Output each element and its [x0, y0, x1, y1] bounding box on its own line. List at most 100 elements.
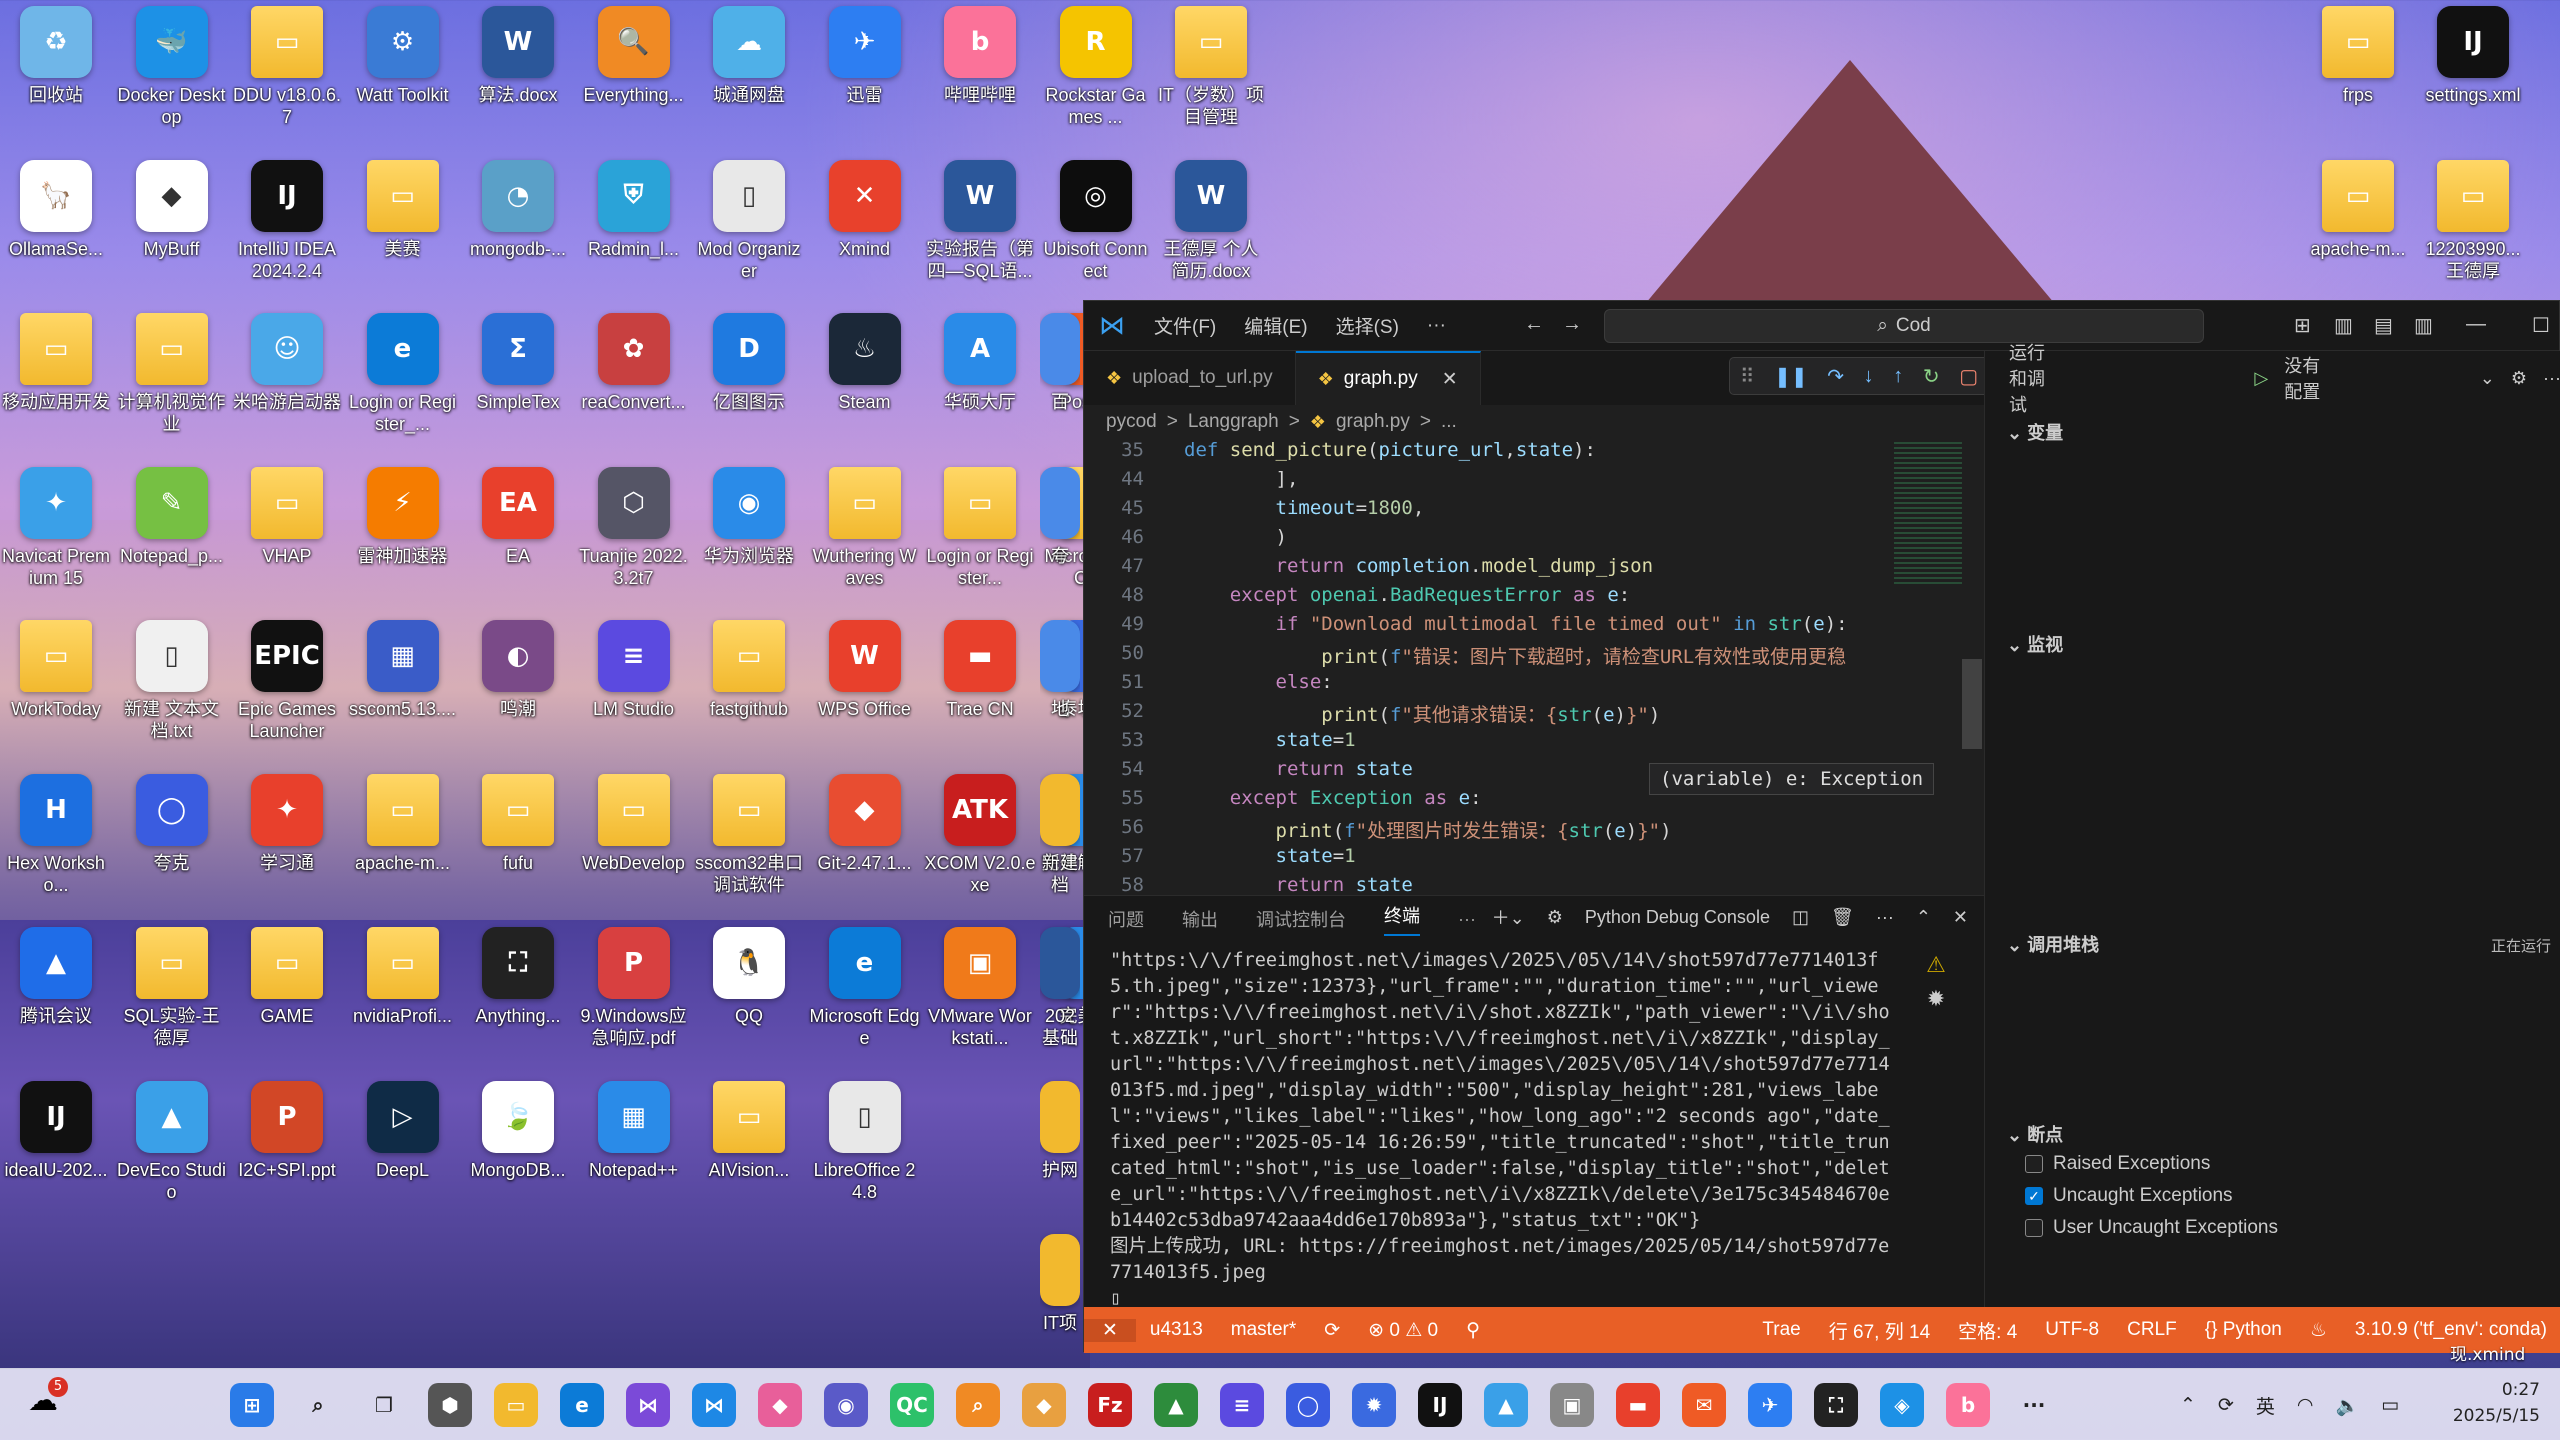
debug-status-icon[interactable]: ⚲ — [1452, 1319, 1494, 1342]
desktop-icon[interactable]: ⬡ Tuanjie 2022.3.2t7 — [576, 461, 692, 611]
sync-tray-icon[interactable]: ⟳ — [2218, 1394, 2234, 1416]
desktop-icon[interactable]: ▭ 美赛 — [345, 154, 461, 304]
restart-icon[interactable]: ↻ — [1923, 364, 1940, 389]
close-panel-icon[interactable]: ✕ — [1953, 907, 1968, 928]
sync-icon[interactable]: ⟳ — [1310, 1319, 1354, 1342]
desktop-icon[interactable]: ⛶ Anything... — [460, 921, 576, 1071]
pause-icon[interactable]: ❚❚ — [1774, 364, 1808, 389]
app-icon[interactable]: ✹ — [1352, 1383, 1396, 1427]
desktop-icon[interactable]: b 哔哩哔哩 — [922, 0, 1038, 150]
desktop-icon[interactable]: ▭ apache-m... — [2300, 154, 2416, 304]
desktop-icon[interactable]: ◯ 夸克 — [114, 768, 230, 918]
desktop-icon[interactable]: D 亿图图示 — [691, 307, 807, 457]
minimap[interactable] — [1894, 439, 1962, 587]
status-cursor[interactable]: 行 67, 列 14 — [1815, 1317, 1944, 1344]
menu-selection[interactable]: 选择(S) — [1322, 312, 1413, 339]
breadcrumb-symbol[interactable]: ... — [1441, 411, 1457, 433]
step-out-icon[interactable]: ↑ — [1893, 365, 1903, 388]
more-icon[interactable]: ··· — [1876, 907, 1894, 928]
mongodb-icon[interactable]: ▲ — [1154, 1383, 1198, 1427]
lm-studio-icon[interactable]: ≡ — [1220, 1383, 1264, 1427]
desktop-icon[interactable]: ▭ SQL实验-王德厚 — [114, 921, 230, 1071]
status-user[interactable]: u4313 — [1136, 1319, 1217, 1341]
breadcrumb-file[interactable]: graph.py — [1336, 411, 1410, 433]
desktop-icon[interactable]: ♨ Steam — [807, 307, 923, 457]
desktop-icon[interactable]: ☁ 城通网盘 — [691, 0, 807, 150]
command-center-search[interactable]: ⌕ Cod — [1604, 309, 2204, 343]
edge-icon[interactable]: e — [560, 1383, 604, 1427]
desktop-icon[interactable]: 🐳 Docker Desktop — [114, 0, 230, 150]
devеco-icon[interactable]: ▲ — [1484, 1383, 1528, 1427]
desktop-icon[interactable]: ✿ reaConvert... — [576, 307, 692, 457]
desktop-icon[interactable]: 🐧 QQ — [691, 921, 807, 1071]
desktop-icon[interactable]: R Rockstar Games ... — [1038, 0, 1154, 150]
start-debug-icon[interactable]: ▷ — [2254, 368, 2268, 389]
desktop-icon[interactable]: ▭ apache-m... — [345, 768, 461, 918]
breakpoint-raised[interactable]: Raised Exceptions — [2025, 1153, 2210, 1175]
desktop-icon[interactable]: ≡ LM Studio — [576, 614, 692, 764]
desktop-icon[interactable]: ▭ IT（岁数）项目管理 — [1153, 0, 1269, 150]
desktop-icon[interactable]: ◐ 鸣潮 — [460, 614, 576, 764]
desktop-icon[interactable]: ✦ Navicat Premium 15 — [0, 461, 114, 611]
remote-indicator[interactable]: ✕ — [1084, 1318, 1136, 1342]
terminal-name[interactable]: Python Debug Console — [1585, 907, 1770, 928]
desktop-icon[interactable]: ⛨ Radmin_l... — [576, 154, 692, 304]
nav-back-icon[interactable]: ← — [1524, 313, 1544, 336]
panel-more[interactable]: ··· — [1458, 909, 1476, 930]
breakpoint-user-uncaught[interactable]: User Uncaught Exceptions — [2025, 1217, 2278, 1239]
app-icon[interactable]: ◆ — [1022, 1383, 1066, 1427]
clock[interactable]: 0:27 2025/5/15 — [2453, 1377, 2540, 1429]
intellij-icon[interactable]: IJ — [1418, 1383, 1462, 1427]
section-watch[interactable]: ⌄ 监视 — [2007, 631, 2063, 657]
desktop-icon[interactable]: H Hex Worksho... — [0, 768, 114, 918]
desktop-icon[interactable]: ▭ VHAP — [229, 461, 345, 611]
postman-icon[interactable]: ✉ — [1682, 1383, 1726, 1427]
desktop-icon-partial[interactable]: 百 — [1040, 307, 1080, 457]
copilot-icon[interactable]: ♨ — [2296, 1319, 2341, 1342]
trae-icon[interactable]: ▬ — [1616, 1383, 1660, 1427]
anything-icon[interactable]: ⛶ — [1814, 1383, 1858, 1427]
desktop-icon[interactable]: ✦ 学习通 — [229, 768, 345, 918]
desktop-icon[interactable]: W 王德厚 个人简历.docx — [1153, 154, 1269, 304]
desktop-icon-partial[interactable]: 护网 — [1040, 1075, 1080, 1225]
section-callstack[interactable]: ⌄ 调用堆栈 — [2007, 931, 2099, 957]
terminal-output[interactable]: "https:\/\/freeimghost.net\/images\/2025… — [1110, 948, 1900, 1312]
desktop-icon[interactable]: ✈ 迅雷 — [807, 0, 923, 150]
chevron-up-icon[interactable]: ⌃ — [2180, 1394, 2196, 1416]
visual-studio-icon[interactable]: ⋈ — [626, 1383, 670, 1427]
desktop-icon[interactable]: ◆ Git-2.47.1... — [807, 768, 923, 918]
desktop-icon[interactable]: ▭ AIVision... — [691, 1075, 807, 1225]
wifi-icon[interactable]: ◠ — [2297, 1394, 2314, 1416]
desktop-icon[interactable]: ▭ 12203990...王德厚 — [2415, 154, 2531, 304]
status-interpreter[interactable]: 3.10.9 ('tf_env': conda) — [2341, 1319, 2560, 1341]
desktop-icon[interactable]: ▦ Notepad++ — [576, 1075, 692, 1225]
nav-forward-icon[interactable]: → — [1562, 313, 1582, 336]
desktop-icon[interactable]: ⚙ Watt Toolkit — [345, 0, 461, 150]
desktop-icon[interactable]: ✕ Xmind — [807, 154, 923, 304]
desktop-icon[interactable]: ▲ 腾讯会议 — [0, 921, 114, 1071]
battery-icon[interactable]: ▭ — [2381, 1394, 2399, 1416]
step-over-icon[interactable]: ↷ — [1827, 364, 1844, 389]
desktop-icon[interactable]: ▯ LibreOffice 24.8 — [807, 1075, 923, 1225]
input-language[interactable]: 英 — [2256, 1392, 2275, 1419]
tab-upload-to-url[interactable]: ❖ upload_to_url.py — [1084, 351, 1296, 405]
status-indent[interactable]: 空格: 4 — [1944, 1317, 2031, 1344]
desktop-icon[interactable]: W WPS Office — [807, 614, 923, 764]
desktop-icon[interactable]: IJ ideaIU-202... — [0, 1075, 114, 1225]
app-icon[interactable]: ✈ — [1748, 1383, 1792, 1427]
desktop-icon[interactable]: IJ IntelliJ IDEA 2024.2.4 — [229, 154, 345, 304]
desktop-icon[interactable]: ☺ 米哈游启动器 — [229, 307, 345, 457]
desktop-icon[interactable]: IJ settings.xml — [2415, 0, 2531, 150]
desktop-icon[interactable]: ▲ DevEco Studio — [114, 1075, 230, 1225]
desktop-icon[interactable]: ♻ 回收站 — [0, 0, 114, 150]
toggle-sidebar-icon[interactable]: ▥ — [2334, 313, 2353, 338]
vscode-window[interactable]: ⋈ 文件(F) 编辑(E) 选择(S) ··· ← → ⌕ Cod ⊞ ▥ ▤ … — [1083, 300, 2560, 1353]
warning-icon[interactable]: ⚠ — [1916, 948, 1956, 982]
file-explorer-icon[interactable]: ▭ — [494, 1383, 538, 1427]
status-encoding[interactable]: UTF-8 — [2031, 1319, 2113, 1341]
layout-customize-icon[interactable]: ⊞ — [2294, 313, 2311, 338]
desktop-icon[interactable]: ▭ WebDevelop — [576, 768, 692, 918]
desktop-icon-partial[interactable]: 夸 — [1040, 461, 1080, 611]
desktop-icon[interactable]: P I2C+SPI.ppt — [229, 1075, 345, 1225]
desktop-icon-partial[interactable]: 地 — [1040, 614, 1080, 764]
